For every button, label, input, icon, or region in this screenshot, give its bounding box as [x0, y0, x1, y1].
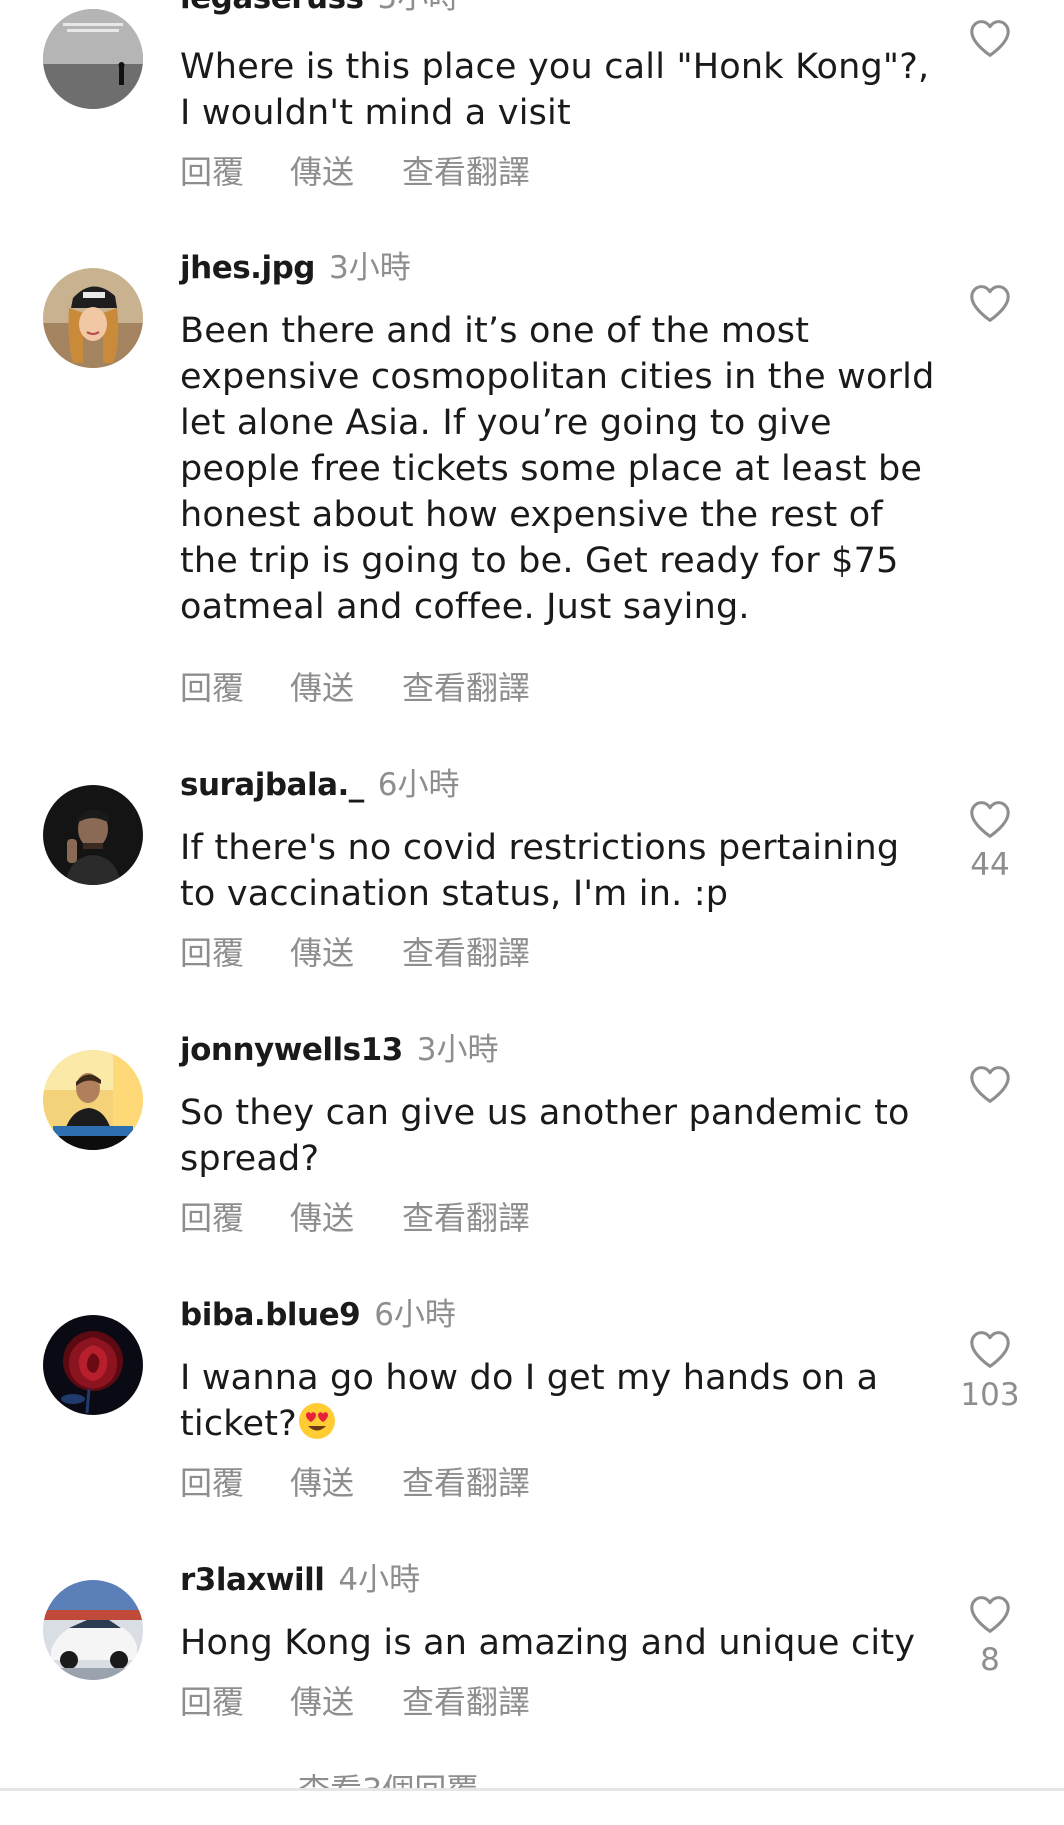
comment-time: 5小時 [378, 0, 460, 16]
comment-header: legaseruss 5小時 [180, 0, 459, 18]
avatar[interactable] [43, 9, 143, 109]
like-group: 103 [960, 1329, 1020, 1413]
comment-text-content: I wanna go how do I get my hands on a ti… [180, 1358, 879, 1444]
like-group [960, 18, 1020, 66]
comment-actions: 回覆 傳送 查看翻譯 [180, 152, 530, 192]
reply-button[interactable]: 回覆 [180, 668, 290, 708]
divider [0, 1788, 1064, 1791]
comment-text: Been there and it’s one of the most expe… [180, 311, 935, 627]
reply-button[interactable]: 回覆 [180, 933, 290, 973]
send-button[interactable]: 傳送 [290, 152, 402, 192]
avatar[interactable] [43, 1580, 143, 1680]
heart-eyes-emoji-icon [298, 1403, 335, 1439]
avatar[interactable] [43, 268, 143, 368]
username[interactable]: legaseruss [180, 0, 364, 16]
like-group: 44 [960, 799, 1020, 883]
translate-button[interactable]: 查看翻譯 [402, 933, 530, 973]
comment-header: jhes.jpg 3小時 [180, 248, 411, 288]
comment-text: Where is this place you call "Honk Kong"… [180, 47, 930, 133]
translate-button[interactable]: 查看翻譯 [402, 668, 530, 708]
translate-button[interactable]: 查看翻譯 [402, 1682, 530, 1722]
comment-time: 3小時 [416, 1032, 499, 1068]
send-button[interactable]: 傳送 [290, 1682, 402, 1722]
like-group [960, 283, 1020, 331]
heart-icon[interactable] [968, 799, 1012, 839]
translate-button[interactable]: 查看翻譯 [402, 1198, 530, 1238]
send-button[interactable]: 傳送 [290, 1198, 402, 1238]
avatar[interactable] [43, 1315, 143, 1415]
comment-time: 4小時 [338, 1562, 421, 1598]
comment-time: 6小時 [377, 767, 460, 803]
comment-actions: 回覆 傳送 查看翻譯 [180, 1198, 530, 1238]
reply-button[interactable]: 回覆 [180, 152, 290, 192]
send-button[interactable]: 傳送 [290, 933, 402, 973]
avatar-white-car-icon [43, 1580, 143, 1680]
comment-actions: 回覆 傳送 查看翻譯 [180, 933, 530, 973]
avatar[interactable] [43, 785, 143, 885]
comment-text: I wanna go how do I get my hands on a ti… [180, 1355, 940, 1447]
username[interactable]: surajbala._ [180, 767, 364, 803]
translate-button[interactable]: 查看翻譯 [402, 1463, 530, 1503]
username[interactable]: jhes.jpg [180, 250, 315, 286]
avatar-ocean-silhouette-icon [43, 9, 143, 109]
like-group [960, 1064, 1020, 1112]
send-button[interactable]: 傳送 [290, 1463, 402, 1503]
heart-icon[interactable] [968, 18, 1012, 58]
comment-actions: 回覆 傳送 查看翻譯 [180, 668, 530, 708]
heart-icon[interactable] [968, 283, 1012, 323]
avatar-red-rose-icon [43, 1315, 143, 1415]
avatar-man-dark-icon [43, 785, 143, 885]
like-count: 8 [980, 1642, 1000, 1678]
comment-header: jonnywells13 3小時 [180, 1030, 499, 1070]
comment-time: 3小時 [328, 250, 411, 286]
heart-icon[interactable] [968, 1594, 1012, 1634]
send-button[interactable]: 傳送 [290, 668, 402, 708]
comment-header: biba.blue9 6小時 [180, 1295, 456, 1335]
username[interactable]: r3laxwill [180, 1562, 325, 1598]
comment-header: surajbala._ 6小時 [180, 765, 460, 805]
comment-actions: 回覆 傳送 查看翻譯 [180, 1682, 530, 1722]
like-count: 103 [960, 1377, 1020, 1413]
reply-button[interactable]: 回覆 [180, 1198, 290, 1238]
comment-time: 6小時 [374, 1297, 456, 1333]
view-replies-link[interactable]: 查看3個回覆 [298, 1770, 478, 1790]
comment-text: Hong Kong is an amazing and unique city [180, 1623, 916, 1663]
avatar-dj-lights-icon [43, 1050, 143, 1150]
heart-icon[interactable] [968, 1329, 1012, 1369]
avatar[interactable] [43, 1050, 143, 1150]
reply-button[interactable]: 回覆 [180, 1682, 290, 1722]
comment-actions: 回覆 傳送 查看翻譯 [180, 1463, 530, 1503]
username[interactable]: jonnywells13 [180, 1032, 403, 1068]
username[interactable]: biba.blue9 [180, 1297, 361, 1333]
comment-text: If there's no covid restrictions pertain… [180, 828, 900, 914]
like-count: 44 [970, 847, 1010, 883]
avatar-woman-cap-icon [43, 268, 143, 368]
like-group: 8 [960, 1594, 1020, 1678]
reply-button[interactable]: 回覆 [180, 1463, 290, 1503]
heart-icon[interactable] [968, 1064, 1012, 1104]
comment-header: r3laxwill 4小時 [180, 1560, 420, 1600]
translate-button[interactable]: 查看翻譯 [402, 152, 530, 192]
comment-text: So they can give us another pandemic to … [180, 1093, 910, 1179]
